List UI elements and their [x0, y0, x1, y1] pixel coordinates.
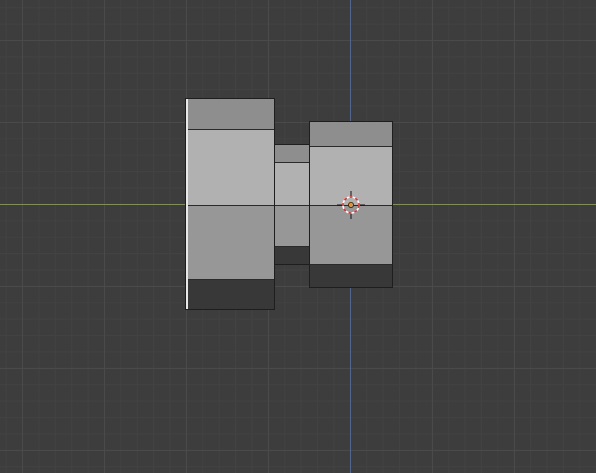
3d-viewport[interactable] — [0, 0, 596, 473]
3d-cursor-icon[interactable] — [337, 191, 365, 219]
face-top — [186, 99, 274, 129]
face-lower — [275, 206, 309, 246]
mesh-left-block[interactable] — [185, 98, 275, 310]
face-upper — [186, 130, 274, 205]
face-bottom — [310, 265, 392, 287]
mesh-middle-connector[interactable] — [274, 144, 310, 265]
face-top — [275, 145, 309, 162]
face-bottom — [275, 247, 309, 264]
face-upper — [275, 163, 309, 205]
face-bottom — [186, 280, 274, 309]
face-top — [310, 122, 392, 146]
face-lower — [186, 206, 274, 279]
selected-edge-highlight — [186, 99, 188, 309]
